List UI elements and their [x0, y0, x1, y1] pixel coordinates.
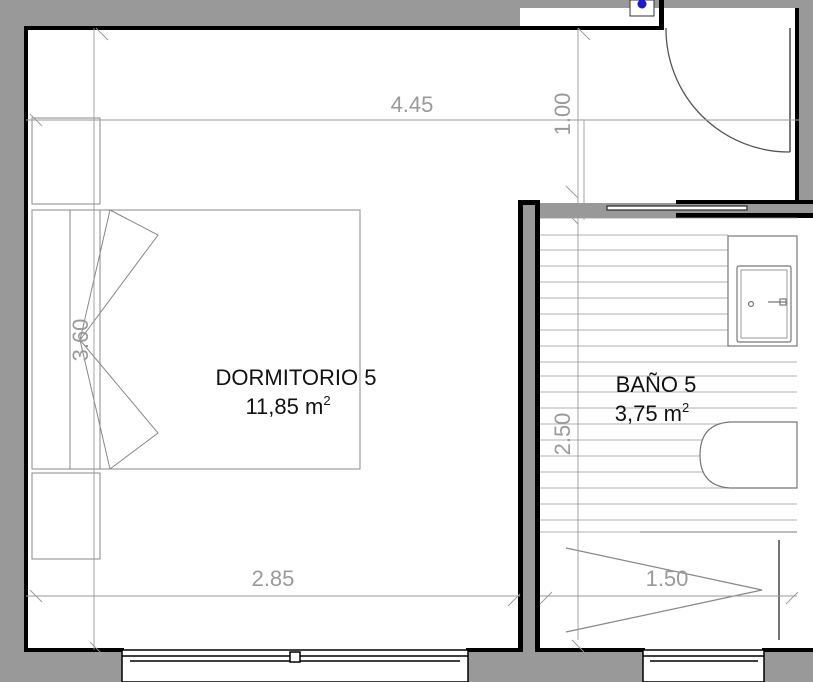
- dim-bedroom-depth: 3.60: [68, 319, 93, 362]
- wall-partition: [518, 200, 523, 652]
- bath-sliding-door: [606, 205, 748, 211]
- dim-bedroom-bottom-width: 2.85: [252, 566, 295, 591]
- room-area-bathroom: 3,75 m2: [615, 400, 690, 426]
- dim-corridor-depth: 1.00: [550, 93, 575, 136]
- right-wall-gap-floor: [798, 218, 813, 650]
- wall-bath-left: [535, 200, 540, 652]
- wall-bath-top: [676, 200, 813, 204]
- floor-plan: 4.45 2.85 1.50 3.60 1.00 2.50 DORMITORIO…: [24, 0, 813, 682]
- wall-bath-bottom-left: [535, 648, 645, 652]
- room-area-bedroom: 11,85 m2: [245, 393, 330, 419]
- dim-bath-width: 1.50: [646, 566, 689, 591]
- wall-right-upper: [795, 8, 799, 200]
- room-name-bathroom: BAÑO 5: [616, 372, 697, 397]
- bath-window: [642, 649, 765, 682]
- dim-bath-depth: 2.50: [550, 413, 575, 456]
- wall-bath-bottom-right: [762, 648, 813, 652]
- windows: [121, 649, 765, 682]
- wall-door-jamb: [659, 0, 664, 30]
- wall-bath-top-2: [676, 213, 813, 218]
- toilet: [699, 421, 798, 489]
- room-name-bedroom: DORMITORIO 5: [216, 365, 377, 390]
- dim-bedroom-top-width: 4.45: [391, 92, 434, 117]
- wall-bedroom-bottom-right: [466, 648, 522, 652]
- washbasin: [736, 265, 792, 343]
- entry-marker: [629, 0, 655, 17]
- wall-bedroom-bottom-left: [24, 648, 124, 652]
- wall-bedroom-top: [24, 26, 664, 30]
